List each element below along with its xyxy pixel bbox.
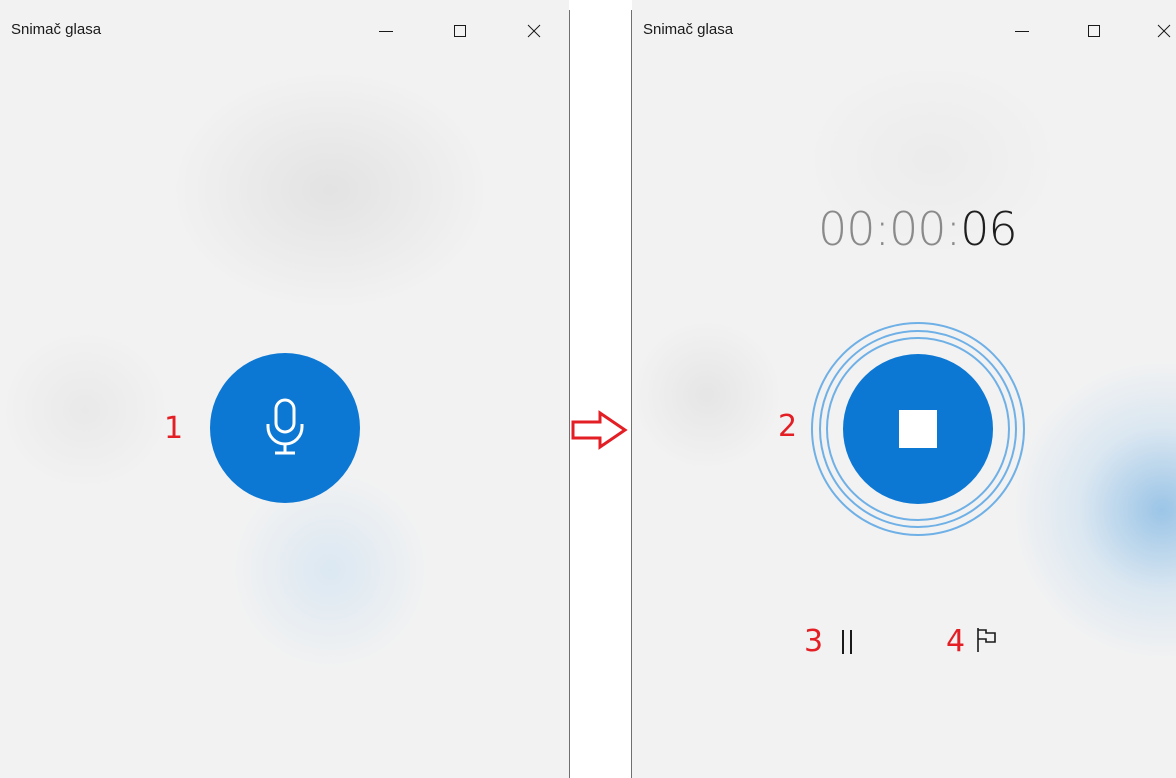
background-blur [0,330,170,490]
add-marker-button[interactable] [972,624,1002,656]
window-divider [569,10,570,778]
close-button[interactable] [512,12,556,50]
stop-icon [899,410,937,448]
close-icon [1157,24,1171,38]
maximize-icon [1088,25,1100,37]
minimize-icon [1015,31,1029,32]
annotation-label: 4 [946,624,966,659]
title-bar: Snimač glasa [0,0,569,62]
timer-seconds: 06 [960,202,1018,256]
annotation-label: 1 [164,411,184,446]
background-blur [230,470,430,670]
microphone-icon [266,398,304,455]
minimize-icon [379,31,393,32]
timer-elapsed-prefix: 00:00: [818,202,961,256]
background-blur [170,70,490,310]
close-button[interactable] [1142,12,1176,50]
title-bar: Snimač glasa [632,0,1176,62]
minimize-button[interactable] [364,12,408,50]
arrow-right-icon [571,410,628,450]
record-button[interactable] [210,353,360,503]
pause-button[interactable] [832,626,862,658]
window-title: Snimač glasa [643,21,734,38]
annotation-label: 2 [778,409,798,444]
voice-recorder-window-idle: Snimač glasa 1 [0,0,569,778]
maximize-button[interactable] [438,12,482,50]
background-blur [1012,360,1176,660]
pause-icon [842,630,852,654]
maximize-button[interactable] [1072,12,1116,50]
minimize-button[interactable] [1000,12,1044,50]
background-blur [632,320,782,470]
close-icon [527,24,541,38]
window-title: Snimač glasa [11,21,102,38]
maximize-icon [454,25,466,37]
flag-icon [977,628,996,652]
stop-recording-button[interactable] [843,354,993,504]
voice-recorder-window-recording: Snimač glasa 00:00:06 2 3 4 [632,0,1176,778]
recording-timer: 00:00:06 [818,202,1018,256]
annotation-label: 3 [804,624,824,659]
